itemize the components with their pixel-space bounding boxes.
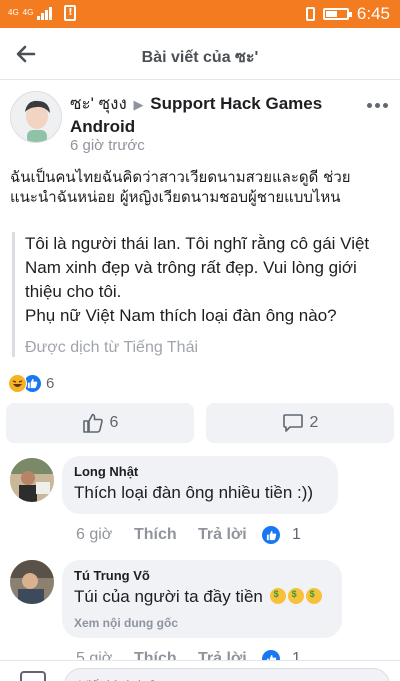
status-right: 6:45 <box>305 4 390 24</box>
commenter-avatar[interactable] <box>10 560 54 604</box>
comment-bubble[interactable]: Long Nhật Thích loại đàn ông nhiều tiền … <box>62 456 338 514</box>
clock: 6:45 <box>356 4 390 23</box>
money-mouth-emoji-icon <box>305 588 322 604</box>
comment-text: Túi của người ta đầy tiền <box>74 587 263 606</box>
comment-bubble-icon <box>282 414 303 432</box>
reaction-summary[interactable]: 6 <box>8 374 54 393</box>
battery-level <box>325 11 337 17</box>
page-title: Bài viết của ซะ' <box>141 49 259 66</box>
translated-from-link[interactable]: Được dịch từ Tiếng Thái <box>25 339 390 357</box>
status-left: 4G 4G ! <box>8 5 77 21</box>
vibrate-icon <box>305 7 315 21</box>
post-original-text: ฉันเป็นคนไทยฉันคิดว่าสาวเวียดนามสวยและดู… <box>10 168 351 206</box>
signal-icon <box>37 6 53 20</box>
comment-composer: Viết bình luận... <box>0 660 400 681</box>
comment-bubble[interactable]: Tú Trung Võ Túi của người ta đầy tiền Xe… <box>62 560 342 638</box>
network-type-label: 4G <box>8 8 19 17</box>
author-name[interactable]: ซะ' ซุงง <box>70 94 127 113</box>
more-dot-icon <box>367 103 372 108</box>
notification-alert-icon: ! <box>64 5 77 21</box>
comment-like-count: 1 <box>292 526 301 543</box>
author-avatar[interactable] <box>10 91 62 143</box>
commenter-avatar-image <box>10 560 54 604</box>
like-reaction-icon <box>262 526 280 544</box>
post-author-line: ซะ' ซุงง ▶ Support Hack Games Android <box>70 93 350 138</box>
comment-input[interactable]: Viết bình luận... <box>64 668 390 681</box>
camera-icon[interactable] <box>20 671 46 681</box>
author-avatar-image <box>11 92 61 142</box>
comment-text-line: Túi của người ta đầy tiền <box>74 587 330 607</box>
comment-actions: 6 giờ Thích Trả lời 1 <box>76 526 301 544</box>
commenter-avatar-image <box>10 458 54 502</box>
comment-text: Thích loại đàn ông nhiều tiền :)) <box>74 483 314 502</box>
app-header: Bài viết của ซะ' <box>0 28 400 80</box>
more-dot-icon <box>383 103 388 108</box>
see-original-link[interactable]: Xem nội dung gốc <box>74 616 330 630</box>
like-count: 6 <box>109 414 119 431</box>
network-type-label-2: 4G <box>22 8 34 17</box>
status-bar: 4G 4G ! 6:45 <box>0 0 400 28</box>
comment-like-button[interactable]: Thích <box>134 526 198 544</box>
comment-button[interactable]: 2 <box>206 403 394 443</box>
comment-reply-button[interactable]: Trả lời <box>198 526 262 544</box>
commenter-name[interactable]: Tú Trung Võ <box>74 568 330 583</box>
translation-paragraph-2: Phụ nữ Việt Nam thích loại đàn ông nào? <box>25 306 337 325</box>
comment-count: 2 <box>309 414 319 431</box>
battery-icon <box>322 8 352 20</box>
reaction-count: 6 <box>46 375 55 392</box>
thumbs-up-icon <box>82 413 103 433</box>
translation-paragraph-1: Tôi là người thái lan. Tôi nghĩ rằng cô … <box>25 234 370 301</box>
money-mouth-emoji-icon <box>287 588 304 604</box>
post-timestamp[interactable]: 6 giờ trước <box>70 137 145 154</box>
money-mouth-emoji-icon <box>269 588 286 604</box>
commenter-avatar[interactable] <box>10 458 54 502</box>
commenter-name[interactable]: Long Nhật <box>74 464 326 479</box>
post-more-button[interactable] <box>367 103 388 108</box>
haha-reaction-icon <box>8 374 27 393</box>
shared-to-arrow-icon: ▶ <box>133 97 144 112</box>
comment-time: 6 giờ <box>76 526 113 543</box>
translation-block: Tôi là người thái lan. Tôi nghĩ rằng cô … <box>12 232 390 357</box>
more-dot-icon <box>375 103 380 108</box>
like-button[interactable]: 6 <box>6 403 194 443</box>
